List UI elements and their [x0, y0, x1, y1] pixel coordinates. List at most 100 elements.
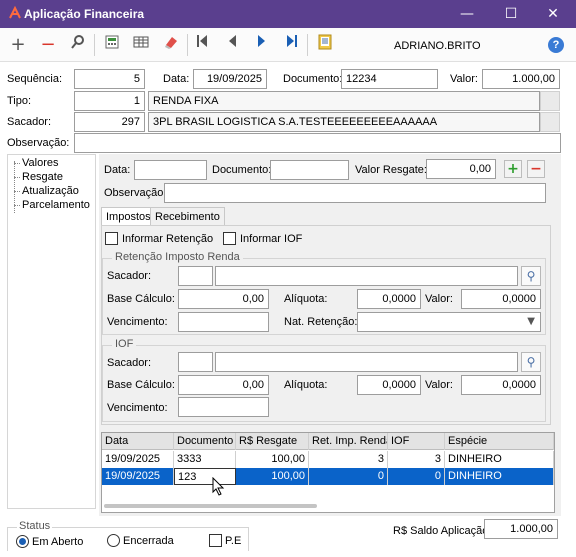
table-icon[interactable] — [130, 34, 152, 56]
first-icon[interactable] — [191, 34, 213, 56]
retencao-aliquota-label: Alíquota: — [284, 293, 328, 305]
iof-base-label: Base Cálculo: — [107, 379, 175, 391]
observacao-label: Observação: — [7, 137, 70, 149]
chevron-down-icon: ▼ — [527, 316, 535, 327]
cell-resgate: 100,00 — [236, 468, 309, 485]
nat-retencao-label: Nat. Retenção: — [284, 316, 358, 328]
iof-valor-label: Valor: — [425, 379, 453, 391]
resgate-observacao-field[interactable] — [164, 183, 546, 203]
calculator-icon[interactable] — [101, 34, 123, 56]
nat-retencao-select[interactable]: ▼ — [357, 312, 541, 332]
column-header-documento[interactable]: Documento — [174, 433, 236, 450]
retencao-sacador-code-field[interactable] — [178, 266, 213, 286]
nav-item-valores[interactable]: Valores — [14, 157, 58, 169]
remove-resgate-button[interactable]: − — [527, 160, 545, 178]
column-header-data[interactable]: Data — [102, 433, 174, 450]
iof-base-field[interactable]: 0,00 — [178, 375, 269, 395]
current-user: ADRIANO.BRITO — [394, 40, 481, 52]
mouse-cursor-icon — [212, 477, 225, 496]
nav-item-resgate[interactable]: Resgate — [14, 171, 63, 183]
saldo-aplicacao-field: 1.000,00 — [484, 519, 558, 539]
section-tree: Valores Resgate Atualização Parcelamento — [7, 154, 96, 509]
retencao-sacador-search-icon[interactable]: ⚲ — [521, 266, 541, 286]
column-header-especie[interactable]: Espécie — [445, 433, 554, 450]
last-icon[interactable] — [281, 34, 303, 56]
retencao-vencimento-label: Vencimento: — [107, 316, 168, 328]
status-group-title: Status — [17, 520, 53, 532]
iof-sacador-code-field[interactable] — [178, 352, 213, 372]
horizontal-scrollbar[interactable] — [104, 504, 317, 508]
report-icon[interactable] — [314, 34, 336, 56]
resgate-data-label: Data: — [104, 164, 131, 176]
cell-ret-imp-renda: 0 — [309, 468, 388, 485]
tipo-name-field: RENDA FIXA — [148, 91, 540, 111]
toolbar-separator — [307, 34, 308, 56]
cell-documento-editing[interactable]: 123 — [174, 468, 236, 485]
observacao-field[interactable] — [74, 133, 561, 153]
resgate-data-field[interactable] — [134, 160, 207, 180]
iof-aliquota-field[interactable]: 0,0000 — [357, 375, 421, 395]
retencao-valor-label: Valor: — [425, 293, 453, 305]
tab-impostos[interactable]: Impostos — [101, 207, 156, 225]
sequencia-field[interactable]: 5 — [74, 69, 145, 89]
tab-recebimento[interactable]: Recebimento — [150, 207, 225, 225]
toolbar-separator — [94, 34, 95, 56]
iof-group-title: IOF — [112, 338, 137, 350]
resgates-table[interactable]: Data Documento R$ Resgate Ret. Imp. Rend… — [101, 432, 555, 513]
retencao-base-field[interactable]: 0,00 — [178, 289, 269, 309]
sacador-code-field[interactable]: 297 — [74, 112, 145, 132]
column-header-ret-imp-renda[interactable]: Ret. Imp. Renda — [309, 433, 388, 450]
tipo-code-field[interactable]: 1 — [74, 91, 145, 111]
maximize-button[interactable]: ☐ — [488, 0, 534, 28]
tipo-lookup-button[interactable] — [540, 91, 560, 111]
documento-field[interactable]: 12234 — [341, 69, 438, 89]
add-resgate-button[interactable]: + — [504, 160, 522, 178]
iof-aliquota-label: Alíquota: — [284, 379, 328, 391]
table-row[interactable]: 19/09/2025 3333 100,00 3 3 DINHEIRO — [102, 451, 554, 468]
pe-label: P.E — [225, 535, 242, 547]
search-icon[interactable] — [67, 34, 89, 56]
column-header-resgate[interactable]: R$ Resgate — [236, 433, 309, 450]
data-field[interactable]: 19/09/2025 — [193, 69, 267, 89]
iof-sacador-name-field — [215, 352, 518, 372]
help-icon[interactable]: ? — [548, 37, 564, 53]
valor-resgate-field[interactable]: 0,00 — [426, 159, 496, 179]
retencao-valor-field[interactable]: 0,0000 — [461, 289, 541, 309]
retencao-aliquota-field[interactable]: 0,0000 — [357, 289, 421, 309]
cell-data: 19/09/2025 — [102, 468, 174, 485]
eraser-icon[interactable] — [160, 34, 182, 56]
em-aberto-radio[interactable] — [16, 535, 29, 548]
resgate-documento-field[interactable] — [270, 160, 349, 180]
add-icon[interactable]: + — [7, 34, 29, 56]
valor-field[interactable]: 1.000,00 — [482, 69, 560, 89]
iof-vencimento-field[interactable] — [178, 397, 269, 417]
retencao-base-label: Base Cálculo: — [107, 293, 175, 305]
toolbar: + − ADRIANO.BRITO ? — [0, 28, 576, 62]
pe-checkbox[interactable] — [209, 534, 222, 547]
informar-retencao-checkbox[interactable] — [105, 232, 118, 245]
sacador-label: Sacador: — [7, 116, 52, 128]
valor-resgate-label: Valor Resgate: — [355, 164, 427, 176]
iof-valor-field[interactable]: 0,0000 — [461, 375, 541, 395]
sacador-lookup-button[interactable] — [540, 112, 560, 132]
retencao-vencimento-field[interactable] — [178, 312, 269, 332]
minimize-button[interactable]: — — [444, 0, 490, 28]
cell-especie: DINHEIRO — [445, 451, 554, 468]
previous-icon[interactable] — [221, 34, 243, 56]
iof-vencimento-label: Vencimento: — [107, 402, 168, 414]
informar-iof-checkbox[interactable] — [223, 232, 236, 245]
encerrada-radio[interactable] — [107, 534, 120, 547]
column-header-iof[interactable]: IOF — [388, 433, 445, 450]
informar-retencao-label: Informar Retenção — [122, 233, 214, 245]
close-button[interactable]: ✕ — [530, 0, 576, 28]
nav-item-atualizacao[interactable]: Atualização — [14, 185, 79, 197]
remove-icon[interactable]: − — [37, 34, 59, 56]
next-icon[interactable] — [251, 34, 273, 56]
nav-item-parcelamento[interactable]: Parcelamento — [14, 199, 90, 211]
iof-sacador-search-icon[interactable]: ⚲ — [521, 352, 541, 372]
window-title: Aplicação Financeira — [24, 7, 145, 21]
sequencia-label: Sequência: — [7, 73, 63, 85]
cell-iof: 0 — [388, 468, 445, 485]
table-row-selected[interactable]: 19/09/2025 123 100,00 0 0 DINHEIRO — [102, 468, 554, 485]
em-aberto-label: Em Aberto — [32, 536, 84, 548]
